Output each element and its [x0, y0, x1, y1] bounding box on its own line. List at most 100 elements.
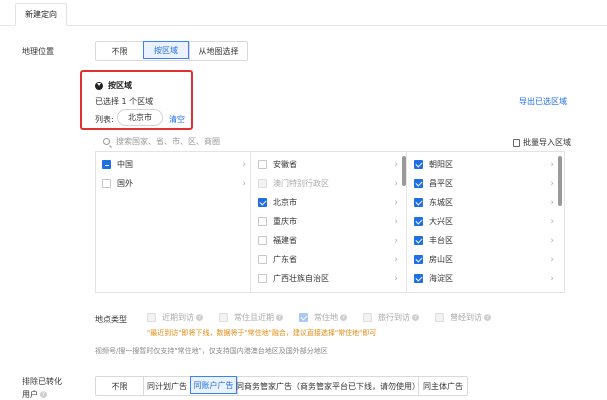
checkbox[interactable]	[414, 160, 423, 169]
selected-count: 已选择 1 个区域	[95, 97, 154, 106]
district-item-dongcheng[interactable]: 东城区 ›	[414, 193, 558, 212]
option-label: 近期到访	[162, 313, 194, 322]
column-scrollbar[interactable]	[558, 156, 562, 206]
geo-label: 地理位置	[22, 47, 54, 56]
location-type-options: 近期到访 ? 常住且近期 ? 常住地 ? 旅行到访 ? 曾经到访 ?	[147, 312, 491, 323]
location-option-resident-recent[interactable]: 常住且近期 ?	[219, 312, 283, 323]
region-item-guangxi[interactable]: 广西壮族自治区 ›	[258, 269, 402, 288]
exclude-segmented: 不限 同计划广告 同账户广告 同商务管家广告（商务管家平台已下线，请勿使用） 同…	[95, 376, 468, 396]
option-label: 常住且近期	[234, 313, 274, 322]
exclude-option-same-account[interactable]: 同账户广告	[190, 376, 237, 394]
region-label: 北京市	[273, 198, 297, 207]
region-item-beijing[interactable]: 北京市 ›	[258, 193, 402, 212]
exclude-option-same-plan[interactable]: 同计划广告	[143, 377, 190, 395]
location-option-travel[interactable]: 旅行到访 ?	[363, 312, 419, 323]
chevron-right-icon: ›	[550, 197, 554, 208]
clear-link[interactable]: 清空	[169, 114, 185, 125]
region-item-china[interactable]: 中国 ›	[102, 155, 250, 174]
district-item-daxing[interactable]: 大兴区 ›	[414, 212, 558, 231]
collapse-icon	[95, 81, 103, 90]
checkbox[interactable]	[102, 160, 111, 169]
region-item-abroad[interactable]: 国外 ›	[102, 174, 250, 193]
checkbox[interactable]	[363, 313, 372, 322]
geo-option-unlimited[interactable]: 不限	[96, 42, 143, 60]
checkbox[interactable]	[147, 313, 156, 322]
column-divider	[406, 152, 407, 292]
district-label: 房山区	[429, 255, 453, 264]
exclude-option-business-manager[interactable]: 同商务管家广告（商务管家平台已下线，请勿使用）	[236, 377, 420, 395]
batch-import-label: 批量导入区域	[523, 138, 571, 147]
checkbox[interactable]	[258, 274, 267, 283]
checkbox[interactable]	[219, 313, 228, 322]
checkbox[interactable]	[414, 255, 423, 264]
checkbox[interactable]	[102, 179, 111, 188]
chevron-right-icon: ›	[394, 273, 398, 284]
region-item-anhui[interactable]: 安徽省 ›	[258, 155, 402, 174]
search-input[interactable]: 搜索国家、省、市、区、商圈	[116, 136, 220, 147]
district-label: 丰台区	[429, 236, 453, 245]
location-option-past[interactable]: 曾经到访 ?	[435, 312, 491, 323]
region-item-macau: 澳门特别行政区 ›	[258, 174, 402, 193]
help-icon[interactable]: ?	[276, 314, 283, 321]
district-label: 朝阳区	[429, 160, 453, 169]
district-item-chaoyang[interactable]: 朝阳区 ›	[414, 155, 558, 174]
geo-option-by-region[interactable]: 按区域	[143, 41, 189, 59]
chevron-right-icon: ›	[394, 178, 398, 189]
chevron-right-icon: ›	[550, 273, 554, 284]
exclude-option-same-entity[interactable]: 同主体广告	[418, 377, 467, 395]
district-label: 大兴区	[429, 217, 453, 226]
help-icon[interactable]: ?	[40, 391, 47, 398]
checkbox[interactable]	[258, 255, 267, 264]
district-item-fangshan[interactable]: 房山区 ›	[414, 250, 558, 269]
option-label: 常住地	[314, 313, 338, 322]
geo-mode-segmented: 不限 按区域 从地图选择	[95, 41, 248, 61]
checkbox[interactable]	[414, 236, 423, 245]
checkbox[interactable]	[414, 274, 423, 283]
region-item-chongqing[interactable]: 重庆市 ›	[258, 212, 402, 231]
district-label: 东城区	[429, 198, 453, 207]
exclude-option-unlimited[interactable]: 不限	[96, 377, 143, 395]
checkbox[interactable]	[435, 313, 444, 322]
help-icon[interactable]: ?	[196, 314, 203, 321]
chevron-right-icon: ›	[550, 178, 554, 189]
list-label: 列表:	[95, 115, 114, 124]
region-item-fujian[interactable]: 福建省 ›	[258, 231, 402, 250]
checkbox[interactable]	[258, 217, 267, 226]
tab-new-targeting[interactable]: 新建定向	[15, 3, 67, 26]
import-icon	[513, 138, 520, 147]
checkbox[interactable]	[258, 236, 267, 245]
district-item-haidian[interactable]: 海淀区 ›	[414, 269, 558, 288]
location-type-label: 地点类型	[95, 315, 127, 324]
location-option-resident[interactable]: 常住地 ?	[299, 312, 347, 323]
chevron-right-icon: ›	[550, 235, 554, 246]
column-divider	[250, 152, 251, 292]
checkbox[interactable]	[414, 179, 423, 188]
district-item-changping[interactable]: 昌平区 ›	[414, 174, 558, 193]
option-label: 曾经到访	[450, 313, 482, 322]
search-area[interactable]: 搜索国家、省、市、区、商圈	[103, 136, 220, 148]
checkbox[interactable]	[299, 313, 308, 322]
district-item-fengtai[interactable]: 丰台区 ›	[414, 231, 558, 250]
help-icon[interactable]: ?	[484, 314, 491, 321]
batch-import-button[interactable]: 批量导入区域	[513, 137, 571, 148]
export-selected-link[interactable]: 导出已选区域	[519, 96, 567, 107]
help-icon[interactable]: ?	[412, 314, 419, 321]
region-label: 安徽省	[273, 160, 297, 169]
exclude-label-text: 用户	[22, 390, 38, 399]
geo-option-map[interactable]: 从地图选择	[189, 42, 247, 60]
region-label: 广西壮族自治区	[273, 274, 329, 283]
region-item-guangdong[interactable]: 广东省 ›	[258, 250, 402, 269]
checkbox[interactable]	[414, 198, 423, 207]
checkbox[interactable]	[258, 198, 267, 207]
selected-chip[interactable]: 北京市	[117, 109, 163, 126]
region-label: 重庆市	[273, 217, 297, 226]
exclude-label-line2: 用户 ?	[22, 389, 47, 400]
checkbox[interactable]	[258, 160, 267, 169]
region-label: 中国	[117, 160, 133, 169]
checkbox[interactable]	[414, 217, 423, 226]
district-label: 昌平区	[429, 179, 453, 188]
column-scrollbar[interactable]	[402, 156, 406, 186]
summary-header[interactable]: 按区域	[95, 80, 132, 91]
location-option-recent[interactable]: 近期到访 ?	[147, 312, 203, 323]
help-icon[interactable]: ?	[340, 314, 347, 321]
